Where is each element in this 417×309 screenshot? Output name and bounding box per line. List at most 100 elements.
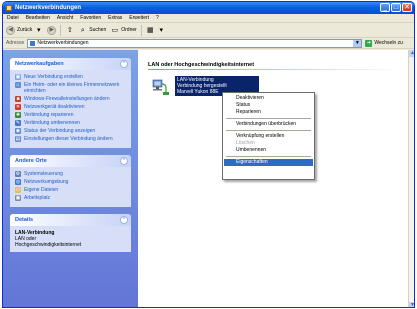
menu-datei[interactable]: Datei (7, 15, 19, 21)
network-tasks-panel: Netzwerkaufgaben ⌃ ▣ Neue Verbindung erst… (10, 58, 131, 148)
context-menu-item-löschen: Löschen (236, 140, 255, 146)
place-my-documents[interactable]: ▭ Eigene Dateien (15, 187, 127, 193)
folders-icon: ▭ (111, 26, 119, 34)
minimize-button[interactable]: _ (380, 3, 390, 12)
my-documents-icon: ▭ (15, 187, 21, 193)
task-home-network[interactable]: ⌂ Ein Heim- oder ein kleines Firmennetzwe… (15, 82, 127, 94)
back-arrow-icon: ◀ (6, 25, 15, 35)
back-button[interactable]: ◀ Zurück ▾ (6, 25, 43, 35)
my-computer-icon: ▣ (15, 195, 21, 201)
up-folder-button[interactable]: ⇧ (65, 26, 74, 35)
toolbar-separator (140, 24, 142, 36)
title-bar[interactable]: Netzwerkverbindungen _ □ ✕ (3, 2, 414, 14)
panel-header[interactable]: Netzwerkaufgaben ⌃ (10, 58, 131, 70)
vertical-scrollbar[interactable]: ▲ ▼ (408, 50, 414, 307)
panel-header[interactable]: Details ⌃ (10, 214, 131, 226)
address-dropdown-icon[interactable]: ▼ (353, 39, 362, 47)
back-dropdown-icon[interactable]: ▾ (34, 26, 43, 35)
forward-button[interactable]: ▶ (47, 25, 57, 35)
task-label: Windows-Firewalleinstellungen ändern (24, 96, 110, 102)
menu-erweitert[interactable]: Erweitert (129, 15, 149, 21)
views-dropdown-icon: ▾ (159, 26, 164, 34)
context-menu-item-status[interactable]: Status (224, 102, 313, 109)
menu-extras[interactable]: Extras (108, 15, 122, 21)
network-folder-icon (6, 5, 12, 11)
menu-help[interactable]: ? (156, 15, 159, 21)
menu-separator (226, 118, 311, 119)
task-new-connection[interactable]: ▣ Neue Verbindung erstellen (15, 74, 127, 80)
settings-icon: ▤ (15, 136, 21, 142)
menu-bearbeiten[interactable]: Bearbeiten (26, 15, 50, 21)
new-connection-icon: ▣ (15, 74, 21, 80)
task-label: Einstellungen dieser Verbindung ändern (24, 136, 113, 142)
task-firewall[interactable]: ■ Windows-Firewalleinstellungen ändern (15, 96, 127, 102)
repair-icon: ✚ (15, 112, 21, 118)
place-label: Systemsteuerung (24, 171, 63, 177)
rename-icon: ✎ (15, 120, 21, 126)
context-menu-item-reparieren[interactable]: Reparieren (224, 109, 313, 116)
go-label: Wechseln zu (374, 40, 403, 46)
views-icon: ▦ (147, 26, 154, 34)
group-divider (148, 69, 403, 70)
toolbar: ◀ Zurück ▾ ▶ ⇧ ⌕ Suchen ▭ Ordner ▦ ▾ (3, 23, 414, 38)
context-menu-item-eigenschaften[interactable]: Eigenschaften (224, 159, 313, 166)
place-control-panel[interactable]: ⚙ Systemsteuerung (15, 171, 127, 177)
search-icon: ⌕ (80, 26, 85, 34)
details-panel: Details ⌃ LAN-Verbindung LAN oder Hochge… (10, 214, 131, 252)
place-label: Netzwerkumgebung (24, 179, 69, 185)
explorer-window: Netzwerkverbindungen _ □ ✕ Datei Bearbei… (2, 1, 415, 308)
task-pane: Netzwerkaufgaben ⌃ ▣ Neue Verbindung erst… (3, 50, 138, 307)
panel-header[interactable]: Andere Orte ⌃ (10, 155, 131, 167)
firewall-icon: ■ (15, 96, 21, 102)
context-menu-item-verbindungen-überbrücken[interactable]: Verbindungen überbrücken (224, 121, 313, 128)
menu-favoriten[interactable]: Favoriten (80, 15, 101, 21)
context-menu-item-umbenennen[interactable]: Umbenennen (224, 147, 313, 154)
task-label: Ein Heim- oder ein kleines Firmennetzwer… (24, 82, 120, 94)
task-repair[interactable]: ✚ Verbindung reparieren (15, 112, 127, 118)
panel-title: Netzwerkaufgaben (15, 61, 64, 67)
folders-label: Ordner (121, 27, 137, 33)
menu-ansicht[interactable]: Ansicht (57, 15, 73, 21)
task-label: Netzwerkgerät deaktivieren (24, 104, 85, 110)
task-label: Neue Verbindung erstellen (24, 74, 83, 80)
search-button[interactable]: ⌕ Suchen (78, 26, 106, 35)
close-button[interactable]: ✕ (402, 3, 412, 12)
address-field[interactable]: Netzwerkverbindungen ▼ (27, 38, 363, 48)
task-disable-device[interactable]: ✕ Netzwerkgerät deaktivieren (15, 104, 127, 110)
place-my-computer[interactable]: ▣ Arbeitsplatz (15, 195, 127, 201)
place-label: Eigene Dateien (24, 187, 59, 193)
menu-bar: Datei Bearbeiten Ansicht Favoriten Extra… (3, 14, 414, 23)
task-rename[interactable]: ✎ Verbindung umbenennen (15, 120, 127, 126)
collapse-chevron-icon[interactable]: ⌃ (120, 157, 128, 165)
toolbar-separator (60, 24, 62, 36)
address-label: Adresse (6, 40, 25, 46)
address-bar: Adresse Netzwerkverbindungen ▼ ➜ Wechsel… (3, 38, 414, 49)
control-panel-icon: ⚙ (15, 171, 21, 177)
task-label: Verbindung umbenennen (24, 120, 80, 126)
maximize-button[interactable]: □ (391, 3, 401, 12)
task-change-settings[interactable]: ▤ Einstellungen dieser Verbindung ändern (15, 136, 127, 142)
address-value: Netzwerkverbindungen (37, 40, 89, 46)
place-network[interactable]: ◎ Netzwerkumgebung (15, 179, 127, 185)
context-menu-item-deaktivieren[interactable]: Deaktivieren (224, 95, 313, 102)
folders-button[interactable]: ▭ Ordner (110, 26, 137, 35)
context-menu: Deaktivieren Status Reparieren Verbindungen… (222, 92, 315, 180)
collapse-chevron-icon[interactable]: ⌃ (120, 216, 128, 224)
views-button[interactable]: ▦ ▾ (146, 26, 166, 35)
lan-connection-icon[interactable] (150, 76, 170, 96)
task-status[interactable]: ◉ Status der Verbindung anzeigen (15, 128, 127, 134)
network-folder-icon (30, 40, 36, 46)
scroll-up-button[interactable]: ▲ (409, 50, 414, 57)
go-button[interactable]: ➜ Wechseln zu (365, 39, 403, 47)
window-title: Netzwerkverbindungen (15, 5, 82, 11)
scroll-down-button[interactable]: ▼ (409, 302, 414, 307)
panel-title: Andere Orte (15, 158, 47, 164)
panel-title: Details (15, 217, 34, 223)
other-places-panel: Andere Orte ⌃ ⚙ Systemsteuerung ◎ Netzwerk… (10, 155, 131, 207)
back-label: Zurück (17, 27, 33, 33)
context-menu-item-verknüpfung-erstellen[interactable]: Verknüpfung erstellen (224, 133, 313, 140)
task-label: Status der Verbindung anzeigen (24, 128, 96, 134)
collapse-chevron-icon[interactable]: ⌃ (120, 60, 128, 68)
go-arrow-icon: ➜ (365, 39, 373, 47)
task-label: Verbindung reparieren (24, 112, 74, 118)
